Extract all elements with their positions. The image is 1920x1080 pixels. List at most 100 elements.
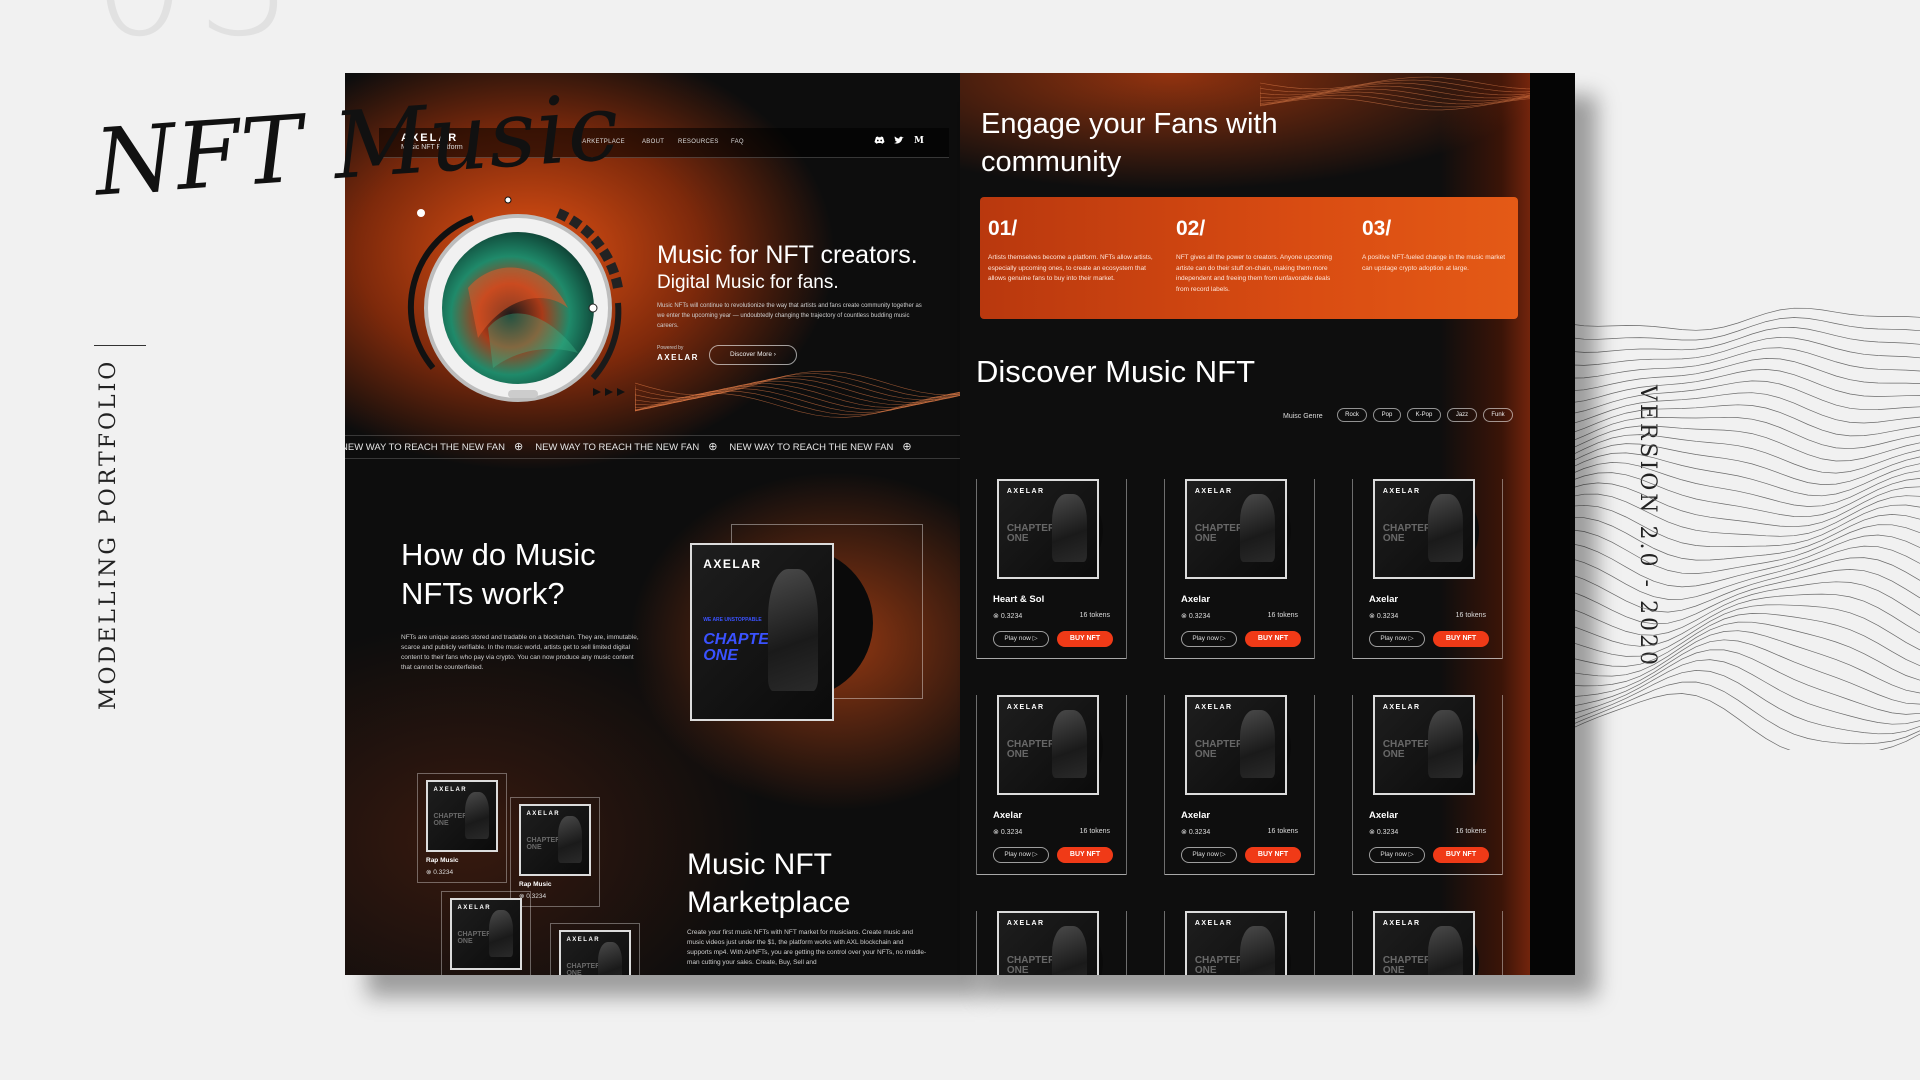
how-title: How do Music NFTs work?: [401, 537, 596, 611]
play-now-button[interactable]: Play now ▷: [1369, 631, 1425, 647]
discord-icon[interactable]: [874, 136, 885, 147]
discover-more-button[interactable]: Discover More ›: [709, 345, 797, 365]
step-text: A positive NFT-fueled change in the musi…: [1362, 254, 1506, 272]
mini-album: AXELAR CHAPTER ONE: [519, 804, 591, 876]
mini-card[interactable]: AXELAR CHAPTER ONE: [550, 923, 640, 975]
genre-chip-jazz[interactable]: Jazz: [1447, 408, 1477, 422]
axelar-coin-icon: ⊗: [1181, 613, 1187, 620]
wave-line: [1570, 604, 1920, 657]
nft-card[interactable]: AXELAR CHAPTER ONE Axelar ⊗ 0.3234 16 tokens…: [1352, 479, 1503, 659]
card-price: ⊗ 0.3234: [1369, 612, 1398, 620]
slide-number: 03: [92, 0, 303, 58]
mini-card-title: Rap Music: [426, 857, 459, 864]
play-now-button[interactable]: Play now ▷: [1181, 631, 1237, 647]
marketplace-title: Music NFT Marketplace: [687, 848, 851, 919]
album-logo: AXELAR: [433, 786, 468, 793]
buy-nft-button[interactable]: BUY NFT: [1057, 631, 1113, 647]
step-number: 03/: [1362, 217, 1392, 240]
genre-chip-pop[interactable]: Pop: [1373, 408, 1401, 422]
play-now-button[interactable]: Play now ▷: [993, 847, 1049, 863]
chevron-right-icon: ›: [773, 351, 776, 358]
card-price-value: 0.3234: [1000, 829, 1023, 836]
card-price-value: 0.3234: [1188, 829, 1211, 836]
mini-album: AXELAR CHAPTER ONE: [426, 780, 498, 852]
nft-card[interactable]: AXELAR CHAPTER ONE Axelar ⊗ 0.3234 16 tokens…: [976, 695, 1127, 875]
buy-nft-button[interactable]: BUY NFT: [1245, 631, 1301, 647]
mini-album: AXELAR CHAPTER ONE: [559, 930, 631, 975]
nav-faq[interactable]: FAQ: [731, 139, 744, 145]
wave-line: [1570, 693, 1920, 750]
nft-card[interactable]: AXELAR CHAPTER ONE Axelar ⊗ 0.3234 16 tokens…: [1164, 695, 1315, 875]
step-number: 01/: [988, 217, 1018, 240]
card-tokens: 16 tokens: [1267, 828, 1298, 835]
nft-card[interactable]: AXELAR CHAPTER ONE Axelar ⊗ 0.3234 16 tokens…: [1352, 695, 1503, 875]
wave-line: [1570, 358, 1920, 392]
wave-line: [1570, 681, 1920, 745]
mini-card-price: ⊗ 0.3234: [426, 869, 454, 876]
nft-card[interactable]: AXELAR CHAPTER ONE: [1164, 911, 1315, 975]
nft-card[interactable]: AXELAR CHAPTER ONE Heart & Sol ⊗ 0.3234 16 t…: [976, 479, 1127, 659]
genre-chip-rock[interactable]: Rock: [1337, 408, 1367, 422]
mini-card[interactable]: AXELAR CHAPTER ONE Rap Music ⊗ 0.3234: [417, 773, 507, 883]
wave-line: [1570, 434, 1920, 474]
wave-line: [1570, 659, 1920, 725]
wave-line: [1570, 524, 1920, 574]
album-logo: AXELAR: [457, 904, 492, 911]
card-album-cover: AXELAR CHAPTER ONE: [997, 695, 1099, 795]
album-cover: AXELAR WE ARE UNSTOPPABLE CHAPTER ONE: [690, 543, 834, 721]
artist-figure: [1427, 926, 1464, 975]
nft-card[interactable]: AXELAR CHAPTER ONE: [976, 911, 1127, 975]
genre-chip-funk[interactable]: Funk: [1483, 408, 1513, 422]
card-price-value: 0.3234: [1188, 613, 1211, 620]
top-wave-line: [1260, 82, 1540, 96]
portfolio-label: MODELLING PORTFOLIO: [96, 358, 121, 710]
artist-figure: [1427, 494, 1464, 562]
card-price-value: 0.3234: [1376, 829, 1399, 836]
nft-card[interactable]: AXELAR CHAPTER ONE Axelar ⊗ 0.3234 16 tokens…: [1164, 479, 1315, 659]
buy-nft-button[interactable]: BUY NFT: [1057, 847, 1113, 863]
wave-line: [1570, 545, 1920, 600]
artist-figure: [488, 909, 514, 958]
wave-line: [1570, 392, 1920, 425]
buy-nft-button[interactable]: BUY NFT: [1245, 847, 1301, 863]
panel-edge: [1530, 73, 1575, 975]
wave-line: [1570, 621, 1920, 681]
wave-line: [1570, 472, 1920, 518]
play-now-label: Play now: [1004, 635, 1031, 642]
nav-resources[interactable]: RESOURCES: [678, 139, 719, 145]
medium-icon[interactable]: M: [914, 136, 924, 146]
buy-nft-button[interactable]: BUY NFT: [1433, 631, 1489, 647]
card-album-cover: AXELAR CHAPTER ONE: [1185, 695, 1287, 795]
card-title: Axelar: [1369, 594, 1399, 605]
card-price-value: 0.3234: [1376, 613, 1399, 620]
play-now-button[interactable]: Play now ▷: [993, 631, 1049, 647]
marquee-text: NEW WAY TO REACH THE NEW FAN: [729, 442, 894, 453]
card-price: ⊗ 0.3234: [1181, 828, 1210, 836]
nft-card[interactable]: AXELAR CHAPTER ONE: [1352, 911, 1503, 975]
card-album-cover: AXELAR CHAPTER ONE: [1373, 479, 1475, 579]
buy-nft-button[interactable]: BUY NFT: [1433, 847, 1489, 863]
artist-figure: [1427, 710, 1464, 778]
nav-about[interactable]: ABOUT: [642, 139, 664, 145]
wave-line: [1570, 504, 1920, 548]
album-logo: AXELAR: [1194, 703, 1233, 711]
card-price: ⊗ 0.3234: [993, 828, 1022, 836]
card-title: Axelar: [993, 810, 1023, 821]
play-now-button[interactable]: Play now ▷: [1369, 847, 1425, 863]
marketplace-description: Create your first music NFTs with NFT ma…: [687, 929, 927, 966]
play-now-button[interactable]: Play now ▷: [1181, 847, 1237, 863]
mini-album: AXELAR CHAPTER ONE: [450, 898, 522, 970]
twitter-icon[interactable]: [894, 136, 904, 147]
play-now-label: Play now: [1192, 851, 1219, 858]
wave-line: [1570, 534, 1920, 588]
powered-by-logo: AXELAR: [657, 353, 699, 362]
artist-figure: [1051, 926, 1088, 975]
hero-wave-line: [635, 383, 960, 408]
hero-subtitle: Digital Music for fans.: [657, 272, 839, 293]
genre-chip-kpop[interactable]: K-Pop: [1407, 408, 1441, 422]
card-album-cover: AXELAR CHAPTER ONE: [1185, 911, 1287, 975]
card-album-cover: AXELAR CHAPTER ONE: [1185, 479, 1287, 579]
mini-card[interactable]: AXELAR CHAPTER ONE: [441, 891, 531, 975]
discover-more-label: Discover More: [730, 351, 772, 358]
axelar-coin-icon: ⊗: [1181, 829, 1187, 836]
